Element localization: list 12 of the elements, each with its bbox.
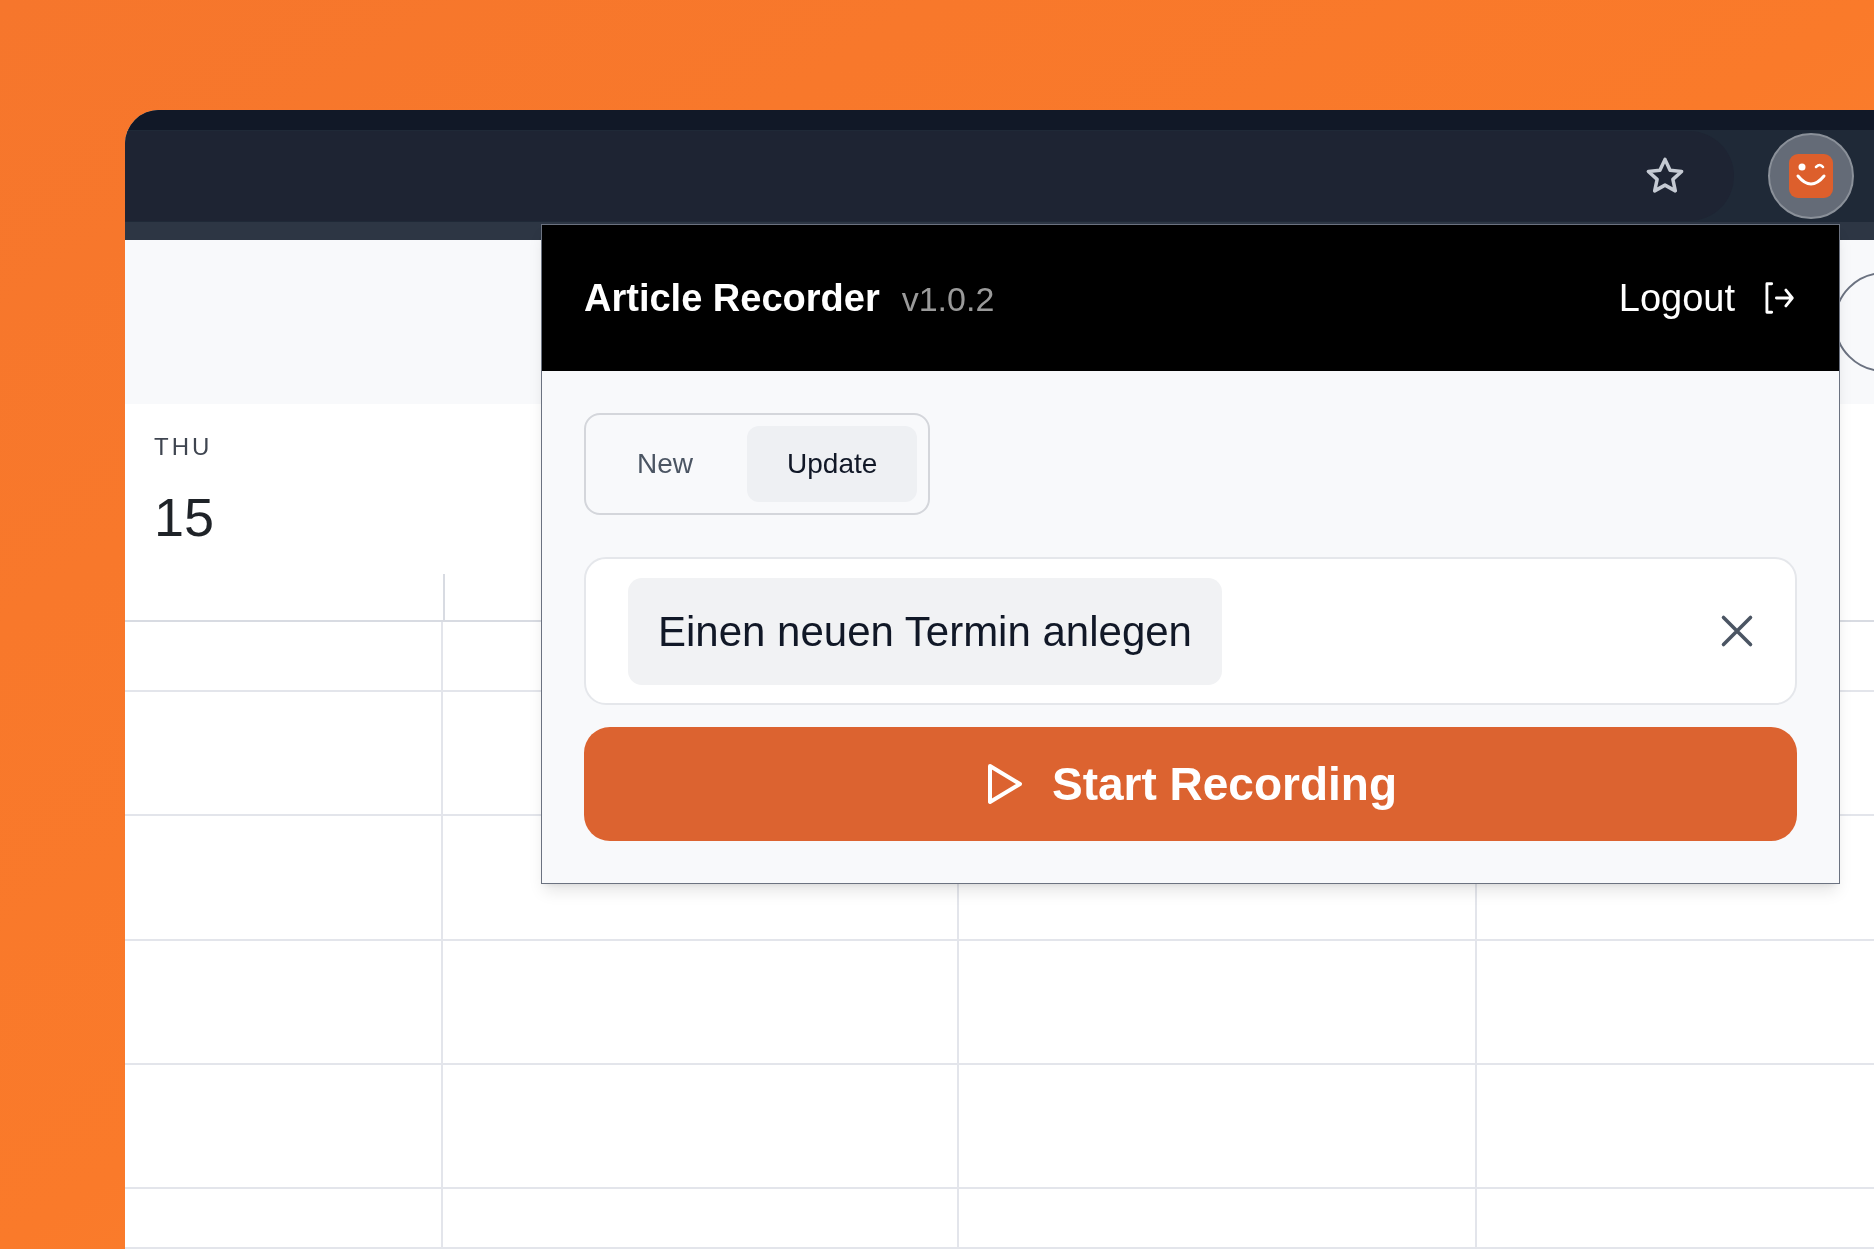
tab[interactable]: Update	[747, 426, 918, 502]
input-field[interactable]: Einen neuen Termin anlegen	[584, 557, 1797, 705]
tab[interactable]: New	[597, 426, 733, 502]
day-name: THU	[154, 431, 214, 462]
start-recording-button[interactable]: Start Recording	[584, 727, 1797, 841]
version-label: v1.0.2	[901, 278, 995, 320]
tag-chip: Einen neuen Termin anlegen	[628, 577, 1222, 685]
day-number: 15	[154, 485, 216, 549]
smiley-logo-icon	[1789, 153, 1833, 198]
logout-button[interactable]: Logout	[1618, 269, 1797, 327]
close-icon[interactable]	[1719, 613, 1755, 649]
app-title: Article Recorder	[584, 275, 880, 321]
